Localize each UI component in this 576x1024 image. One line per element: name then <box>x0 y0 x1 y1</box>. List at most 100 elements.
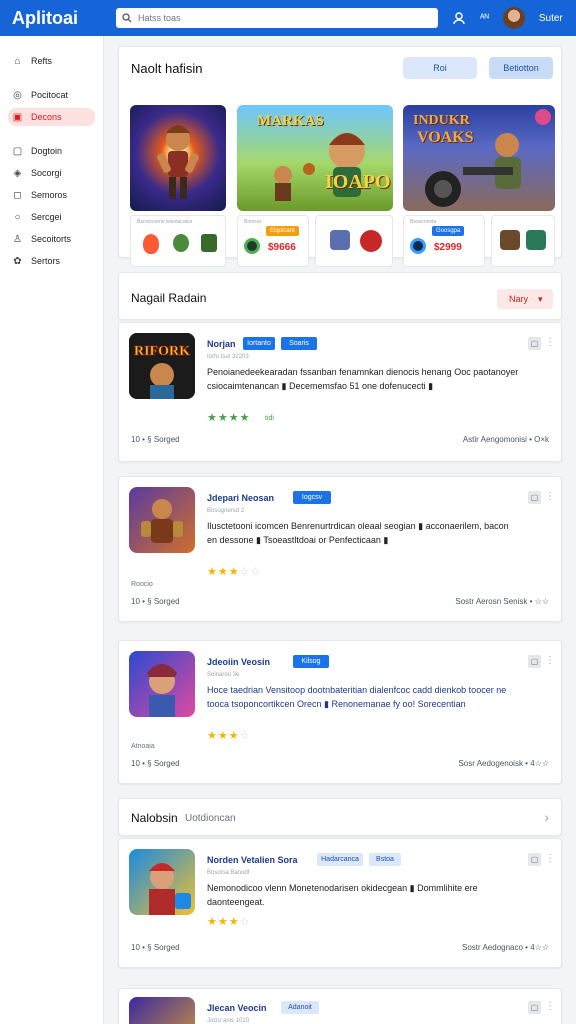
app-meta: Bosotsa Banodf <box>207 870 250 876</box>
mini-card-caption: Baconsseno tsisotacatos <box>137 219 193 225</box>
mini-card-caption: Bosoconsta <box>410 219 437 225</box>
featured-card-3-title: INDUKR <box>413 113 470 128</box>
monster-icon <box>173 234 189 252</box>
book-icon: ▣ <box>12 111 23 123</box>
app-footer-left: 10 • § Sorged <box>131 597 180 606</box>
list-item[interactable]: Jlecan Veocin Adanoit Jotzo anis 1010 ▢ … <box>118 988 562 1024</box>
mini-card-tag: Elqoicant <box>266 226 299 236</box>
sidebar-item-sercgei[interactable]: ○ Sercgei <box>8 208 95 226</box>
profile-switch-icon[interactable] <box>452 11 466 25</box>
avatar[interactable] <box>502 7 525 29</box>
document-icon: ▢ <box>12 145 23 157</box>
mini-card-1[interactable]: Baconsseno tsisotacatos <box>130 215 226 267</box>
sidebar-item-semoros[interactable]: ◻ Semoros <box>8 186 95 204</box>
mini-card-price: $2999 <box>434 242 462 253</box>
home-icon: ⌂ <box>14 55 21 67</box>
search-box[interactable] <box>116 8 438 28</box>
category-badge: Iortanto <box>243 337 275 350</box>
search-icon: ○ <box>14 211 21 223</box>
notification-icon[interactable]: ᴬᴺ <box>480 13 489 24</box>
sidebar-item-pocitocat[interactable]: ◎ Pocitocat <box>8 86 95 104</box>
sidebar: ⌂ Refts ◎ Pocitocat ▣ Decons ▢ Dogtoin ◈… <box>0 36 104 1024</box>
app-tag-note: Atnoaia <box>131 743 155 750</box>
gamepad-icon: ◈ <box>13 167 22 179</box>
list-item[interactable]: RIFORK Norjan Iortanto Soaris Iorfo Isut… <box>118 322 562 462</box>
list-item[interactable]: Jdeoiin Veosin Kilsog Soinaroo 3e Hoce t… <box>118 640 562 784</box>
more-options-icon[interactable]: ⋮ <box>545 655 555 666</box>
sort-label: Nary <box>509 294 529 304</box>
mini-card-5[interactable] <box>491 215 555 267</box>
app-description: Penoianedeekearadan fssanban fenamnkan d… <box>207 367 519 391</box>
rating-stars: ★★★☆☆ <box>207 566 262 578</box>
list-item[interactable]: Jdepari Neosan Iogcsv Bosognersd 2 Ilusc… <box>118 476 562 622</box>
sidebar-item-socorgi[interactable]: ◈ Socorgi <box>8 164 95 182</box>
app-title[interactable]: Jdepari Neosan <box>207 493 274 503</box>
app-meta: Iorfo Isut 32203 <box>207 354 249 360</box>
app-title[interactable]: Jlecan Veocin <box>207 1003 267 1013</box>
chevron-right-icon[interactable]: › <box>544 809 549 825</box>
search-icon <box>122 13 132 23</box>
app-thumbnail[interactable] <box>129 997 195 1024</box>
bookmark-icon[interactable]: ▢ <box>528 655 541 668</box>
more-options-icon[interactable]: ⋮ <box>545 853 555 864</box>
mini-card-4[interactable]: Bosoconsta Goosgpa $2999 <box>403 215 485 267</box>
featured-secondary-button[interactable]: Betiotton <box>489 57 553 79</box>
app-footer-right: Sostr Aedognaco • 4☆☆ <box>462 943 549 952</box>
bookmark-icon[interactable]: ▢ <box>528 337 541 350</box>
featured-card-3[interactable]: INDUKR VOAKS <box>403 105 555 211</box>
app-description: Nemonodicoo vlenn Monetenodarisen okidec… <box>207 883 478 907</box>
sort-dropdown[interactable]: Nary ▾ <box>497 289 553 309</box>
podcast-icon: ◎ <box>13 89 22 101</box>
featured-card-1[interactable] <box>130 105 226 211</box>
sidebar-item-label: Refts <box>31 56 53 66</box>
mini-card-3[interactable] <box>315 215 393 267</box>
app-thumbnail[interactable]: RIFORK <box>129 333 195 399</box>
app-footer-left: 10 • § Sorged <box>131 943 180 952</box>
list-title: Nagail Radain <box>131 291 207 305</box>
bookmark-icon[interactable]: ▢ <box>528 853 541 866</box>
featured-title: Naolt hafisin <box>131 61 203 76</box>
coin-icon <box>410 238 426 254</box>
app-meta: Soinaroo 3e <box>207 672 240 678</box>
category-badge: Kilsog <box>293 655 329 668</box>
list-item[interactable]: Norden Vetalien Sora Hadarcanca Bstoa Bo… <box>118 838 562 968</box>
bookmark-icon[interactable]: ▢ <box>528 1001 541 1014</box>
app-thumbnail[interactable] <box>129 651 195 717</box>
app-meta: Jotzo anis 1010 <box>207 1018 250 1024</box>
search-input[interactable] <box>138 13 418 23</box>
app-thumbnail[interactable] <box>129 487 195 553</box>
second-section-title: Nalobsin <box>131 811 178 825</box>
app-logo[interactable]: Aplitoai <box>12 8 116 29</box>
app-title[interactable]: Jdeoiin Veosin <box>207 657 270 667</box>
sidebar-item-refts[interactable]: ⌂ Refts <box>8 52 95 70</box>
bookmark-icon[interactable]: ▢ <box>528 491 541 504</box>
berry-icon <box>360 230 382 252</box>
featured-primary-button[interactable]: Roi <box>403 57 477 79</box>
status-badge: Soaris <box>281 337 317 350</box>
sidebar-item-label: Sertors <box>31 256 61 266</box>
app-description: Ilusctetooni icomcen Benrenurtrdican ole… <box>207 521 509 545</box>
app-title[interactable]: Norjan <box>207 339 236 349</box>
featured-card-2[interactable]: MARKAS IOAPO <box>237 105 393 211</box>
sidebar-item-dogtoin[interactable]: ▢ Dogtoin <box>8 142 95 160</box>
more-options-icon[interactable]: ⋮ <box>545 491 555 502</box>
sidebar-item-decons[interactable]: ▣ Decons <box>8 108 95 126</box>
user-name[interactable]: Suter <box>539 13 563 24</box>
sidebar-item-secoitorts[interactable]: ♙ Secoitorts <box>8 230 95 248</box>
more-options-icon[interactable]: ⋮ <box>545 1001 555 1012</box>
app-footer-left: 10 • § Sorged <box>131 435 180 444</box>
character-icon <box>500 230 520 250</box>
sidebar-item-sertors[interactable]: ✿ Sertors <box>8 252 95 270</box>
message-icon: ◻ <box>13 189 22 201</box>
app-footer-right: Astir Aengomonisi • O×k <box>462 435 549 444</box>
app-thumbnail[interactable] <box>129 849 195 915</box>
app-description: Hoce taedrian Vensitoop dootnbateritian … <box>207 685 507 709</box>
featured-card-2-title: MARKAS <box>257 113 324 129</box>
more-options-icon[interactable]: ⋮ <box>545 337 555 348</box>
app-title[interactable]: Norden Vetalien Sora <box>207 855 298 865</box>
sidebar-item-label: Secoitorts <box>31 234 72 244</box>
mini-card-2[interactable]: Bomsoc Elqoicant $9666 <box>237 215 309 267</box>
sidebar-item-label: Socorgi <box>31 168 62 178</box>
rating-stars: ★★★☆ <box>207 730 251 742</box>
user-icon: ♙ <box>13 233 22 245</box>
